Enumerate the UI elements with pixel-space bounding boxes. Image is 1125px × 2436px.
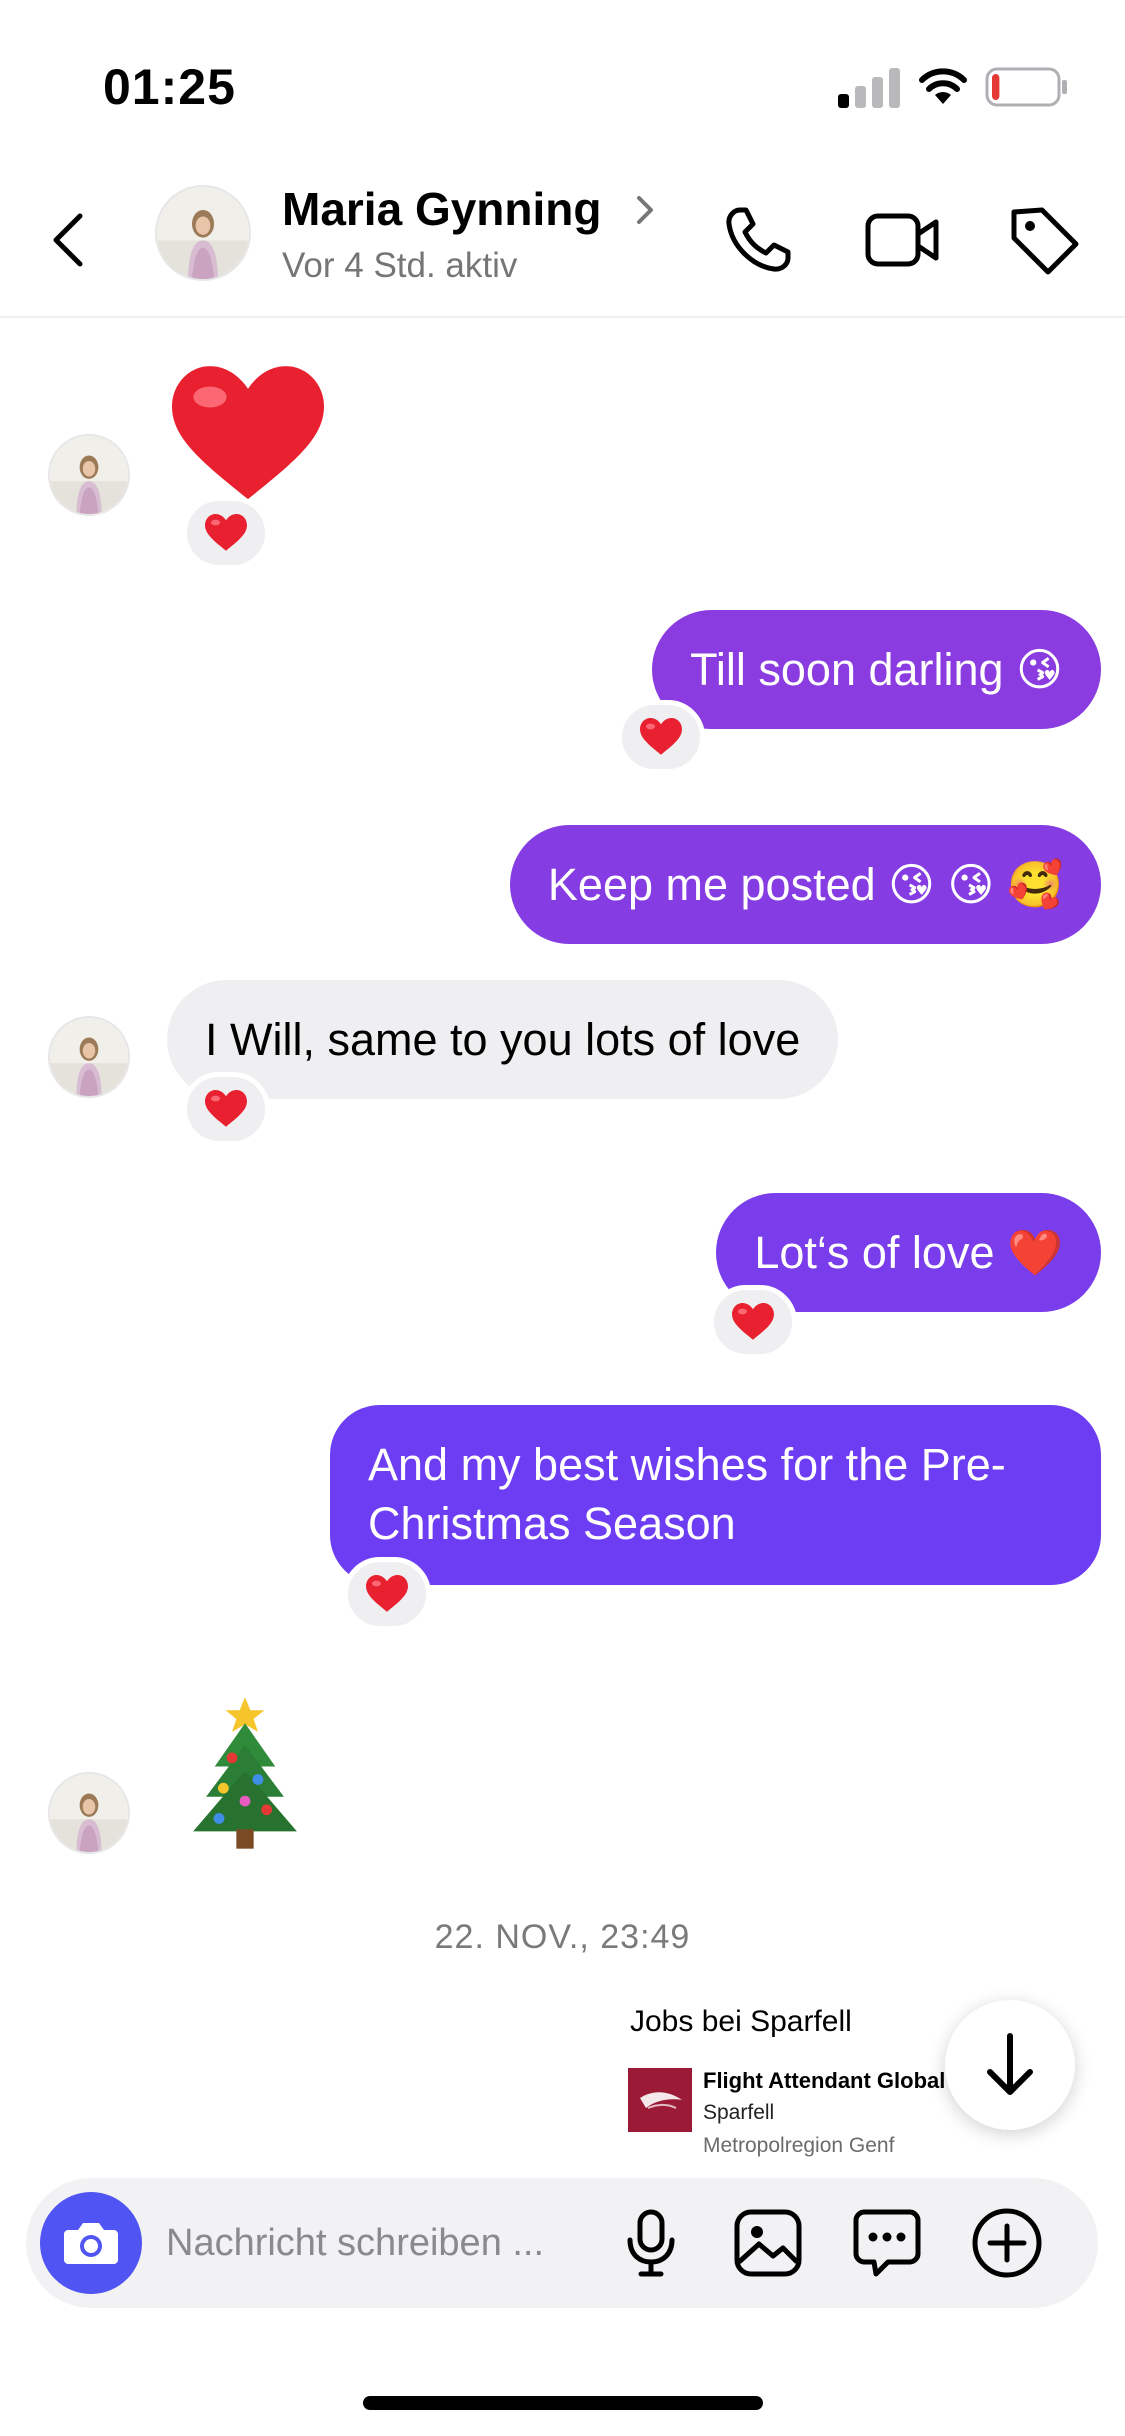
- contact-avatar-small[interactable]: [48, 434, 130, 516]
- reaction-heart[interactable]: [182, 496, 270, 570]
- camera-icon: [64, 2223, 118, 2264]
- heart-reaction-icon: [205, 1090, 247, 1128]
- job-location: Metropolregion Genf: [703, 2134, 895, 2157]
- reaction-heart[interactable]: [709, 1285, 797, 1359]
- contact-avatar[interactable]: [155, 185, 251, 281]
- activity-status: Vor 4 Std. aktiv: [282, 246, 518, 285]
- red-heart-emoji[interactable]: [172, 366, 324, 504]
- christmas-tree-emoji[interactable]: [180, 1693, 310, 1853]
- message-bubble-incoming[interactable]: I Will, same to you lots of love: [167, 980, 839, 1099]
- message-thread[interactable]: Till soon darling 😘 Keep me posted 😘 😘 🥰…: [0, 320, 1125, 2180]
- message-line: And my best wishes for the Pre-: [368, 1439, 1006, 1490]
- heart-reaction-icon: [640, 718, 682, 756]
- message-timestamp: 22. NOV., 23:49: [434, 1918, 691, 1956]
- chat-header: Maria Gynning Vor 4 Std. aktiv: [0, 160, 1125, 318]
- company-logo[interactable]: [628, 2068, 692, 2132]
- reaction-heart[interactable]: [617, 700, 705, 774]
- reaction-heart[interactable]: [182, 1072, 270, 1146]
- phone-icon[interactable]: [718, 200, 798, 280]
- home-indicator[interactable]: [363, 2396, 763, 2410]
- image-icon[interactable]: [731, 2206, 805, 2280]
- contact-avatar-small[interactable]: [48, 1772, 130, 1854]
- tag-icon[interactable]: [1004, 200, 1084, 280]
- reaction-heart[interactable]: [343, 1557, 431, 1631]
- status-time: 01:25: [103, 59, 236, 115]
- job-title[interactable]: Flight Attendant Global 7: [703, 2068, 953, 2094]
- camera-button[interactable]: [40, 2192, 142, 2294]
- heart-reaction-icon: [366, 1575, 408, 1613]
- chevron-right-icon[interactable]: [630, 190, 660, 230]
- message-line: Christmas Season: [368, 1498, 736, 1549]
- message-bubble-outgoing[interactable]: Keep me posted 😘 😘 🥰: [509, 825, 1101, 944]
- message-input[interactable]: [166, 2208, 626, 2278]
- heart-reaction-icon: [732, 1303, 774, 1341]
- heart-reaction-icon: [205, 514, 247, 552]
- message-composer: [26, 2178, 1098, 2308]
- scroll-to-bottom-button[interactable]: [945, 2000, 1075, 2130]
- status-bar: 01:25: [0, 0, 1125, 150]
- wifi-icon: [919, 68, 967, 104]
- arrow-down-icon: [987, 2033, 1033, 2095]
- video-camera-icon[interactable]: [862, 200, 942, 280]
- message-bubble-outgoing[interactable]: And my best wishes for the Pre- Christma…: [330, 1405, 1101, 1585]
- chat-bubble-icon[interactable]: [850, 2206, 924, 2280]
- cellular-signal-icon: [838, 66, 900, 108]
- contact-name[interactable]: Maria Gynning: [282, 182, 601, 236]
- microphone-icon[interactable]: [614, 2206, 688, 2280]
- contact-avatar-small[interactable]: [48, 1016, 130, 1098]
- job-company: Sparfell: [703, 2101, 775, 2124]
- sparfell-logo-icon: [640, 2092, 682, 2109]
- plus-circle-icon[interactable]: [970, 2206, 1044, 2280]
- shared-job-heading[interactable]: Jobs bei Sparfell: [630, 2005, 852, 2039]
- message-bubble-outgoing[interactable]: Till soon darling 😘: [652, 610, 1101, 729]
- battery-icon: [985, 67, 1067, 107]
- back-icon[interactable]: [40, 200, 100, 280]
